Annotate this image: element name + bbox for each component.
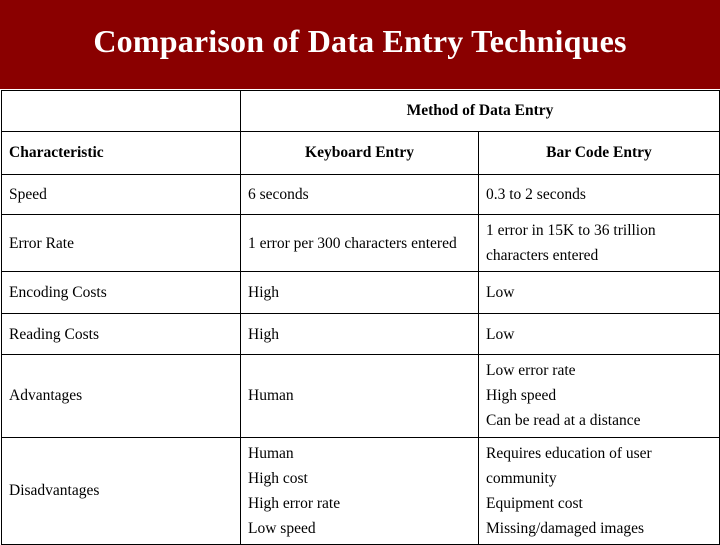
cell-speed-barcode: 0.3 to 2 seconds (478, 174, 720, 215)
slide-canvas: Comparison of Data Entry Techniques Meth… (0, 0, 720, 545)
cell-line: High cost (248, 469, 308, 487)
cell-line: Low speed (248, 519, 316, 537)
comparison-table: Method of Data Entry Characteristic Keyb… (1, 90, 720, 545)
table-row: Encoding Costs High Low (1, 271, 720, 315)
row-label-encoding-costs: Encoding Costs (1, 271, 241, 315)
cell-error-rate-keyboard: 1 error per 300 characters entered (240, 213, 479, 273)
cell-line: High error rate (248, 494, 341, 512)
cell-line: High speed (486, 387, 557, 405)
header-bar-code-entry: Bar Code Entry (478, 131, 720, 175)
cell-reading-costs-barcode: Low (478, 313, 720, 356)
header-keyboard-entry: Keyboard Entry (240, 131, 479, 175)
header-blank-cell (1, 90, 241, 132)
cell-reading-costs-keyboard: High (240, 313, 479, 356)
cell-disadvantages-keyboard: Human High cost High error rate Low speed (240, 436, 479, 545)
cell-line: Human (248, 444, 294, 462)
cell-line: Low error rate (486, 362, 576, 380)
table-row: Speed 6 seconds 0.3 to 2 seconds (1, 174, 720, 215)
table-row: Advantages Human Low error rate High spee… (1, 354, 720, 438)
cell-disadvantages-barcode: Requires education of user community Equi… (478, 436, 720, 545)
cell-speed-keyboard: 6 seconds (240, 174, 479, 215)
table-header-row-columns: Characteristic Keyboard Entry Bar Code E… (1, 131, 720, 175)
row-label-error-rate: Error Rate (1, 213, 241, 273)
header-method-of-data-entry: Method of Data Entry (240, 90, 720, 132)
cell-line: Equipment cost (486, 494, 583, 512)
row-label-advantages: Advantages (1, 354, 241, 438)
page-title: Comparison of Data Entry Techniques (93, 23, 627, 59)
cell-line: Can be read at a distance (486, 412, 641, 430)
row-label-speed: Speed (1, 174, 241, 215)
cell-advantages-barcode: Low error rate High speed Can be read at a… (478, 354, 720, 438)
cell-line: Requires education of user community (486, 444, 652, 487)
table-row: Disadvantages Human High cost High error r… (1, 436, 720, 545)
cell-advantages-keyboard: Human (240, 354, 479, 438)
cell-error-rate-barcode: 1 error in 15K to 36 trillion characters… (478, 213, 720, 273)
table-row: Reading Costs High Low (1, 313, 720, 356)
table-row: Error Rate 1 error per 300 characters en… (1, 213, 720, 273)
cell-encoding-costs-barcode: Low (478, 271, 720, 315)
header-characteristic: Characteristic (1, 131, 241, 175)
table-header-row-group: Method of Data Entry (1, 90, 720, 132)
cell-line: Missing/damaged images (486, 519, 644, 537)
row-label-reading-costs: Reading Costs (1, 313, 241, 356)
cell-encoding-costs-keyboard: High (240, 271, 479, 315)
row-label-disadvantages: Disadvantages (1, 436, 241, 545)
